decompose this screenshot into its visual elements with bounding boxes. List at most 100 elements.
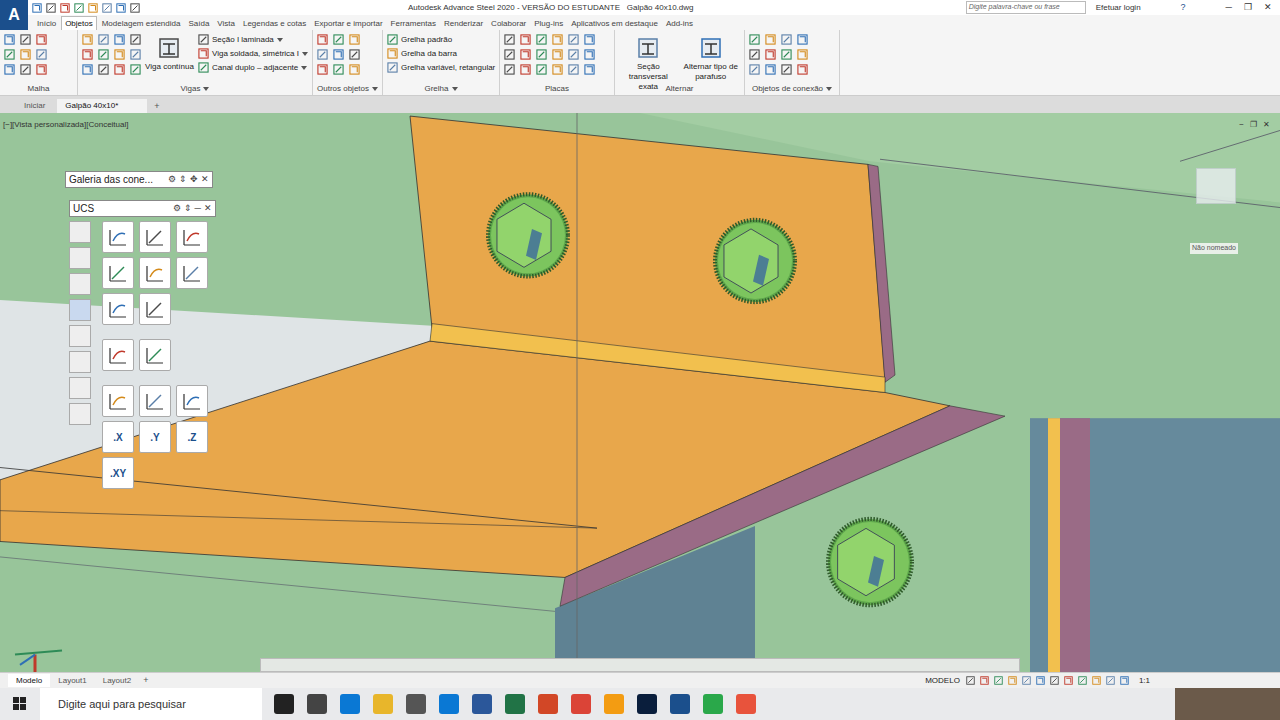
tool-icon[interactable] xyxy=(584,64,595,75)
dropdown-icon[interactable] xyxy=(372,87,378,91)
tool-icon[interactable] xyxy=(46,3,56,13)
taskbar-app-icon[interactable] xyxy=(439,694,459,714)
tool-icon[interactable] xyxy=(102,3,112,13)
tool-icon[interactable] xyxy=(765,64,776,75)
new-tab-button[interactable]: + xyxy=(151,99,162,113)
command-line[interactable] xyxy=(260,658,1020,672)
palette-header[interactable]: Galeria das cone...⚙⇕✥✕ xyxy=(65,171,213,188)
palette-header[interactable]: UCS⚙⇕─✕ xyxy=(69,200,216,217)
ribbon-tab[interactable]: Saída xyxy=(185,17,212,30)
tool-icon[interactable] xyxy=(536,34,547,45)
ribbon-tab[interactable]: Add-ins xyxy=(663,17,696,30)
tool-icon[interactable] xyxy=(552,49,563,60)
palette-side-icon[interactable] xyxy=(69,377,91,399)
tool-icon[interactable] xyxy=(749,64,760,75)
palette-side-icon[interactable] xyxy=(69,325,91,347)
palette-control[interactable]: ⚙ xyxy=(168,173,176,187)
tool-icon[interactable] xyxy=(349,34,360,45)
taskbar-search[interactable]: Digite aqui para pesquisar xyxy=(40,688,262,720)
tool-icon[interactable] xyxy=(4,34,15,45)
tool-icon[interactable] xyxy=(568,64,579,75)
palette-control[interactable]: ─ xyxy=(195,202,201,216)
palette-side-icon[interactable] xyxy=(69,221,91,243)
tool-icon[interactable] xyxy=(504,64,515,75)
tool-icon[interactable] xyxy=(1064,676,1073,685)
ucs-button[interactable] xyxy=(102,293,134,325)
tool-icon[interactable] xyxy=(317,34,328,45)
tool-icon[interactable] xyxy=(98,49,109,60)
tool-icon[interactable] xyxy=(32,3,42,13)
ribbon-large-button[interactable]: Seção transversal exata xyxy=(619,34,678,92)
ucs-button[interactable] xyxy=(176,221,208,253)
tool-icon[interactable] xyxy=(114,34,125,45)
bolt-icon[interactable] xyxy=(828,519,912,605)
ribbon-tab[interactable]: Modelagem estendida xyxy=(99,17,184,30)
layout-tab[interactable]: Layout1 xyxy=(50,674,94,687)
bolt-icon[interactable] xyxy=(715,220,795,302)
tool-icon[interactable] xyxy=(781,64,792,75)
tool-icon[interactable] xyxy=(1078,676,1087,685)
ribbon-tab[interactable]: Início xyxy=(34,17,59,30)
ucs-palette[interactable]: UCS⚙⇕─✕.X.Y.Z.XY xyxy=(69,200,216,489)
tool-icon[interactable] xyxy=(1092,676,1101,685)
tool-icon[interactable] xyxy=(116,3,126,13)
bolt-icon[interactable] xyxy=(488,194,568,276)
ucs-button[interactable] xyxy=(139,257,171,289)
tool-icon[interactable] xyxy=(387,48,398,59)
dropdown-icon[interactable] xyxy=(302,52,308,56)
palette-side-icon[interactable] xyxy=(69,351,91,373)
dropdown-icon[interactable] xyxy=(301,66,307,70)
connection-gallery-palette[interactable]: Galeria das cone...⚙⇕✥✕ xyxy=(65,171,213,188)
tool-icon[interactable] xyxy=(4,49,15,60)
palette-control[interactable]: ⇕ xyxy=(179,173,187,187)
palette-side-icon[interactable] xyxy=(69,273,91,295)
view-cube[interactable] xyxy=(1196,168,1236,204)
ribbon-large-button[interactable]: Viga contínua xyxy=(145,34,194,72)
model-space[interactable]: MODELO xyxy=(925,675,960,687)
tool-icon[interactable] xyxy=(20,64,31,75)
tool-icon[interactable] xyxy=(74,3,84,13)
viewport-control[interactable]: ✕ xyxy=(1263,119,1270,131)
tool-icon[interactable] xyxy=(1008,676,1017,685)
ucs-button[interactable] xyxy=(176,385,208,417)
tool-icon[interactable] xyxy=(1106,676,1115,685)
layout-tab[interactable]: Layout2 xyxy=(95,674,139,687)
ucs-button[interactable] xyxy=(139,339,171,371)
ribbon-group-label[interactable]: Malha xyxy=(0,82,77,95)
ucs-button[interactable] xyxy=(102,221,134,253)
tool-icon[interactable] xyxy=(130,34,141,45)
tool-icon[interactable] xyxy=(520,49,531,60)
tool-icon[interactable] xyxy=(536,49,547,60)
tool-icon[interactable] xyxy=(749,34,760,45)
taskbar-app-icon[interactable] xyxy=(571,694,591,714)
tool-icon[interactable] xyxy=(333,34,344,45)
tool-icon[interactable] xyxy=(114,64,125,75)
tool-icon[interactable] xyxy=(552,64,563,75)
ribbon-row-button[interactable]: Grelha da barra xyxy=(387,48,495,59)
tool-icon[interactable] xyxy=(114,49,125,60)
dropdown-icon[interactable] xyxy=(277,38,283,42)
ribbon-row-button[interactable]: Seção I laminada xyxy=(198,34,308,45)
tool-icon[interactable] xyxy=(504,49,515,60)
tool-icon[interactable] xyxy=(797,64,808,75)
tool-icon[interactable] xyxy=(520,34,531,45)
tool-icon[interactable] xyxy=(88,3,98,13)
ribbon-group-label[interactable]: Grelha xyxy=(383,82,499,95)
ucs-button[interactable] xyxy=(102,385,134,417)
tool-icon[interactable] xyxy=(781,49,792,60)
view-name[interactable]: Não nomeado xyxy=(1190,243,1238,254)
tool-icon[interactable] xyxy=(98,64,109,75)
tool-icon[interactable] xyxy=(36,49,47,60)
ribbon-group-label[interactable]: Alternar xyxy=(615,82,744,95)
viewport-label[interactable]: [−][Vista personalizada][Conceitual] xyxy=(3,119,128,131)
ribbon-tab[interactable]: Objetos xyxy=(61,16,97,30)
tool-icon[interactable] xyxy=(60,3,70,13)
palette-side-icon[interactable] xyxy=(69,247,91,269)
palette-control[interactable]: ✕ xyxy=(201,173,209,187)
ribbon-row-button[interactable]: Canal duplo – adjacente xyxy=(198,62,308,73)
tool-icon[interactable] xyxy=(552,34,563,45)
ucs-button[interactable] xyxy=(102,257,134,289)
palette-control[interactable]: ⚙ xyxy=(173,202,181,216)
palette-control[interactable]: ⇕ xyxy=(184,202,192,216)
taskbar-app-icon[interactable] xyxy=(307,694,327,714)
